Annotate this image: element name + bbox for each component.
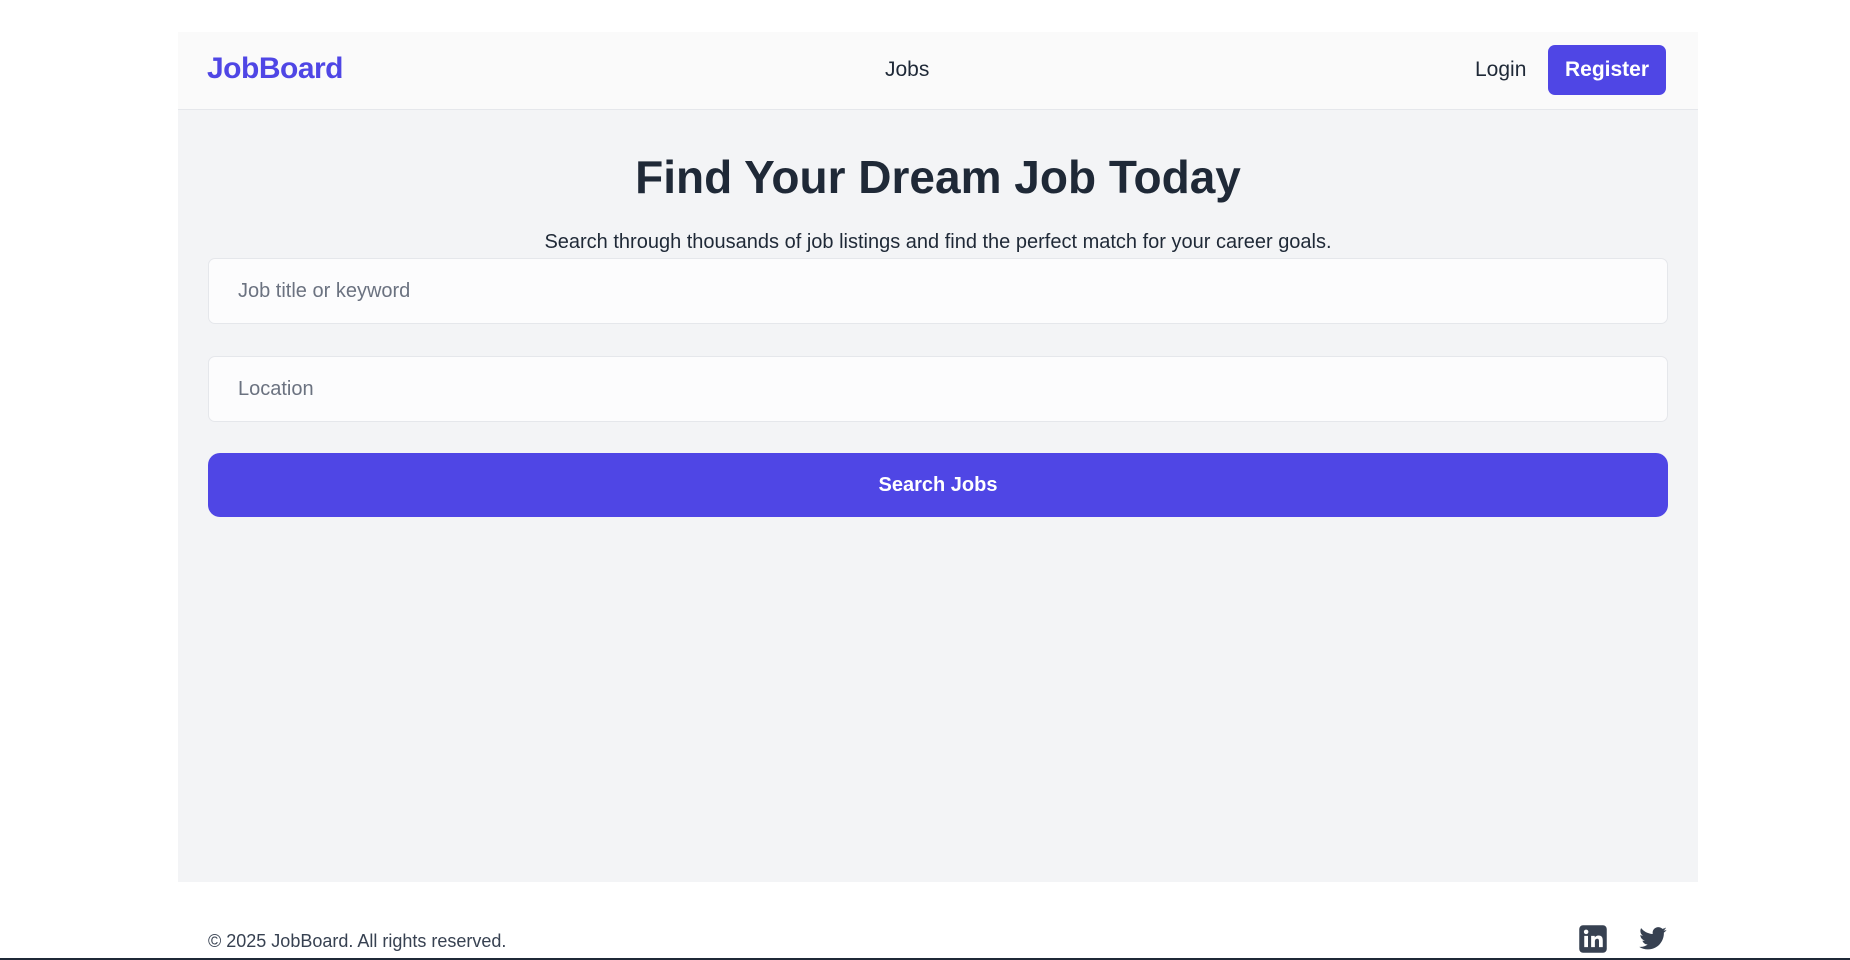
login-link[interactable]: Login	[1475, 58, 1526, 82]
nav-link-jobs[interactable]: Jobs	[885, 58, 929, 82]
keyword-search-input[interactable]	[208, 258, 1668, 324]
main-container: JobBoard Jobs Login Register Find Your D…	[178, 32, 1698, 882]
register-button[interactable]: Register	[1548, 45, 1666, 95]
copyright-text: © 2025 JobBoard. All rights reserved.	[208, 931, 507, 951]
search-jobs-button[interactable]: Search Jobs	[208, 453, 1668, 517]
linkedin-icon[interactable]	[1578, 924, 1608, 954]
hero-title: Find Your Dream Job Today	[635, 151, 1241, 203]
footer: © 2025 JobBoard. All rights reserved.	[178, 882, 1698, 960]
hero-subtitle: Search through thousands of job listings…	[544, 231, 1332, 253]
location-input[interactable]	[208, 356, 1668, 422]
page: JobBoard Jobs Login Register Find Your D…	[0, 0, 1850, 960]
twitter-icon[interactable]	[1638, 924, 1668, 954]
navbar: JobBoard Jobs Login Register	[178, 32, 1698, 110]
logo[interactable]: JobBoard	[207, 52, 344, 86]
